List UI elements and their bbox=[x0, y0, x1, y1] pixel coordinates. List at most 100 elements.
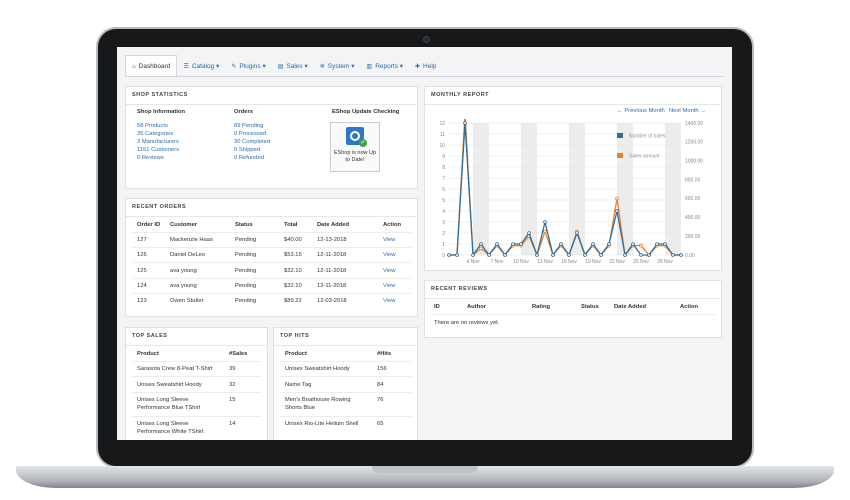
stat-link[interactable]: 35 Categories bbox=[137, 131, 173, 137]
legend-swatch bbox=[617, 133, 623, 138]
stat-link[interactable]: 1151 Customers bbox=[137, 147, 179, 153]
nav-label: Sales ▾ bbox=[286, 63, 308, 70]
y-left-tick-label: 9 bbox=[442, 154, 445, 160]
row-divider bbox=[431, 314, 715, 315]
order-stat-link[interactable]: 0 Refunded bbox=[234, 155, 264, 161]
y-right-tick-label: 200.00 bbox=[685, 234, 701, 240]
sales-count-point bbox=[599, 253, 603, 257]
order-stat-link[interactable]: 30 Completed bbox=[234, 139, 270, 145]
nav-dashboard[interactable]: ⌂ Dashboard bbox=[125, 55, 178, 77]
x-tick-label: 4 Nov bbox=[466, 259, 480, 265]
panel-title: MONTHLY REPORT bbox=[431, 92, 490, 98]
previous-month-link[interactable]: ← Previous Month bbox=[617, 108, 665, 114]
y-left-tick-label: 1 bbox=[442, 242, 445, 248]
update-badge[interactable]: ✓ EShop is now Up to Date! bbox=[330, 122, 380, 172]
view-order-link[interactable]: View bbox=[383, 298, 395, 304]
sales-count-point bbox=[543, 220, 547, 224]
nav-sales[interactable]: ▤ Sales ▾ bbox=[272, 55, 314, 77]
empty-reviews-text: There are no reviews yet. bbox=[434, 320, 500, 326]
column-header: Total bbox=[284, 222, 298, 228]
panel-title: RECENT REVIEWS bbox=[431, 286, 488, 292]
nav-system[interactable]: ✲ System ▾ bbox=[314, 55, 361, 77]
sales-amount-point bbox=[543, 229, 547, 234]
sales-count-point bbox=[615, 209, 619, 213]
order-customer: ava young bbox=[170, 268, 197, 274]
view-order-link[interactable]: View bbox=[383, 252, 395, 258]
recent-reviews-panel: RECENT REVIEWS ID Author Rating Status D… bbox=[424, 280, 722, 338]
column-header: Customer bbox=[170, 222, 198, 228]
product-name-cont: Performance Blue TShirt bbox=[137, 405, 201, 411]
sales-count-point bbox=[503, 253, 507, 257]
nav-help[interactable]: ✚ Help bbox=[409, 55, 442, 77]
product-name: Sarasota Crew 8-Peat T-Shirt bbox=[137, 366, 213, 372]
y-left-tick-label: 11 bbox=[440, 132, 445, 138]
sales-amount-point bbox=[479, 246, 483, 251]
next-month-link[interactable]: Next Month → bbox=[669, 108, 706, 114]
x-tick-label: 22 Nov bbox=[609, 259, 625, 265]
divider bbox=[425, 104, 721, 105]
view-order-link[interactable]: View bbox=[383, 268, 395, 274]
divider bbox=[126, 216, 417, 217]
sales-count-point bbox=[663, 242, 667, 246]
column-header: Status bbox=[581, 304, 599, 310]
row-divider bbox=[280, 376, 411, 377]
sales-count-point bbox=[527, 231, 531, 235]
stat-link[interactable]: 0 Reviews bbox=[137, 155, 164, 161]
y-left-tick-label: 10 bbox=[439, 143, 445, 149]
y-right-tick-label: 1400.00 bbox=[685, 121, 703, 127]
legend-swatch bbox=[617, 153, 623, 158]
row-divider bbox=[280, 361, 411, 362]
order-date: 12-13-2018 bbox=[317, 237, 347, 243]
check-icon: ✓ bbox=[359, 139, 367, 147]
sales-amount-point bbox=[615, 196, 619, 201]
row-divider bbox=[132, 278, 411, 279]
column-header: Order ID bbox=[137, 222, 161, 228]
help-icon: ✚ bbox=[415, 63, 421, 70]
y-right-tick-label: 1000.00 bbox=[685, 159, 703, 165]
hits-count: 76 bbox=[377, 397, 384, 403]
sales-count-point bbox=[647, 253, 651, 257]
order-stat-link[interactable]: 89 Pending bbox=[234, 123, 263, 129]
sales-count-point bbox=[575, 231, 579, 235]
nav-divider bbox=[125, 76, 724, 77]
view-order-link[interactable]: View bbox=[383, 237, 395, 243]
y-right-tick-label: 0.00 bbox=[685, 253, 695, 259]
product-name: Unisex Long Sleeve bbox=[137, 397, 189, 403]
sales-count-point bbox=[623, 253, 627, 257]
legend-label: Number of sales bbox=[629, 134, 666, 140]
order-stat-link[interactable]: 0 Shipped bbox=[234, 147, 260, 153]
sales-count-point bbox=[511, 242, 515, 246]
product-name-cont: Shorts Blue bbox=[285, 405, 315, 411]
view-order-link[interactable]: View bbox=[383, 283, 395, 289]
stat-link[interactable]: 3 Manufacturers bbox=[137, 139, 179, 145]
list-icon: ☰ bbox=[183, 63, 189, 70]
recent-orders-panel: RECENT ORDERS Order ID Customer Status T… bbox=[125, 198, 418, 317]
order-status: Pending bbox=[235, 283, 257, 289]
nav-plugins[interactable]: ✎ Plugins ▾ bbox=[225, 55, 271, 77]
order-customer: Daniel DeLeo bbox=[170, 252, 206, 258]
main-nav: ⌂ Dashboard ☰ Catalog ▾ ✎ Plugins ▾ ▤ Sales … bbox=[125, 55, 442, 77]
order-total: $53.15 bbox=[284, 252, 302, 258]
cart-icon: ▤ bbox=[277, 63, 284, 70]
sales-count-point bbox=[455, 253, 459, 257]
row-divider bbox=[132, 247, 411, 248]
sales-count: 39 bbox=[229, 366, 236, 372]
panel-title: RECENT ORDERS bbox=[132, 204, 187, 210]
y-left-tick-label: 5 bbox=[442, 198, 445, 204]
column-header: #Hits bbox=[377, 351, 392, 357]
sales-amount-point bbox=[639, 243, 643, 248]
x-tick-label: 25 Nov bbox=[633, 259, 649, 265]
update-status-text: EShop is now Up to Date! bbox=[333, 150, 377, 163]
nav-catalog[interactable]: ☰ Catalog ▾ bbox=[177, 55, 225, 77]
sales-count: 15 bbox=[229, 397, 236, 403]
y-left-tick-label: 6 bbox=[442, 187, 445, 193]
stat-link[interactable]: 58 Products bbox=[137, 123, 168, 129]
nav-label: Dashboard bbox=[138, 63, 171, 70]
nav-reports[interactable]: ▥ Reports ▾ bbox=[361, 55, 410, 77]
top-hits-panel: TOP HITS Product #Hits Unisex Sweatshirt… bbox=[273, 327, 418, 440]
y-left-tick-label: 0 bbox=[442, 253, 445, 259]
x-tick-label: 19 Nov bbox=[585, 259, 601, 265]
x-tick-label: 10 Nov bbox=[513, 259, 529, 265]
order-stat-link[interactable]: 0 Processed bbox=[234, 131, 266, 137]
gear-icon: ✲ bbox=[319, 63, 325, 70]
